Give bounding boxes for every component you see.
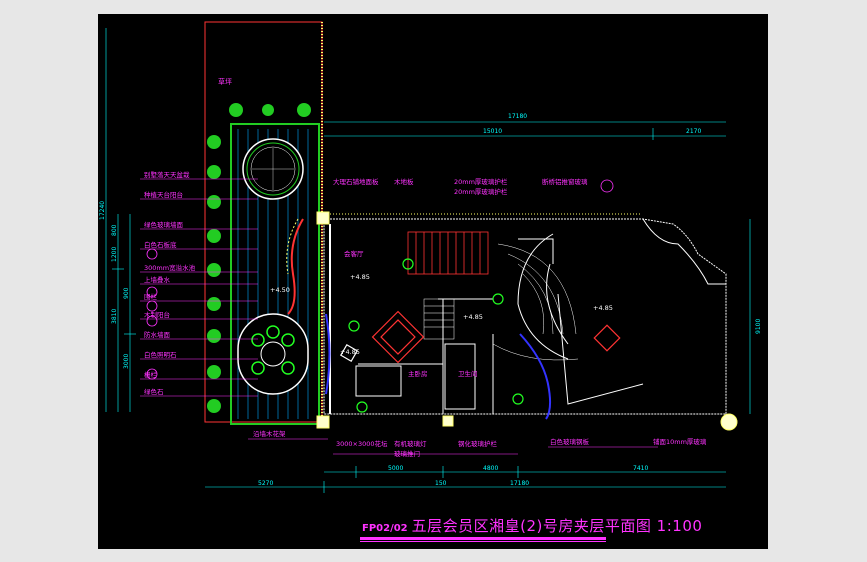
dim-bottom-total: 17180: [510, 480, 529, 487]
title-underline-thick: [360, 537, 606, 540]
dim-bottom-c: 4800: [483, 465, 498, 472]
note-g9: 防水墙面: [144, 330, 171, 339]
dim-top-total: 17180: [508, 113, 527, 120]
dim-left-a: 800: [111, 224, 118, 236]
note-b4: 玻璃推门: [394, 449, 420, 458]
cad-viewport[interactable]: 草坪 17180 15010 2170 5000 150 4800 7410 1…: [98, 14, 768, 549]
note-b6: 白色玻璃钢板: [550, 437, 590, 446]
note-t4: 20mm厚玻璃护栏: [454, 187, 508, 196]
note-g4: 白色石板底: [144, 240, 177, 249]
level-4: +4.85: [463, 313, 483, 321]
note-t5: 断桥铝推窗玻璃: [542, 177, 588, 186]
dim-bottom-d: 7410: [633, 465, 648, 472]
drawing-title-text: 五层会员区湘皇(2)号房夹层平面图 1:100: [411, 517, 703, 535]
dim-left-b: 1200: [111, 247, 118, 262]
dim-right: 9100: [755, 319, 762, 334]
level-1: +4.85: [350, 273, 370, 281]
dim-bottom-b: 150: [435, 480, 447, 487]
note-t2: 木地板: [394, 177, 414, 186]
level-5: +4.85: [593, 304, 613, 312]
note-g6: 上墙叠水: [144, 275, 171, 284]
note-b2: 3000×3000花坛: [336, 439, 388, 448]
garden-label: 草坪: [218, 77, 232, 86]
garden-area: 草坪: [204, 21, 323, 425]
note-b5: 钢化玻璃护栏: [458, 439, 498, 448]
furniture: [339, 258, 621, 413]
note-g10: 白色照明石: [144, 350, 177, 359]
title-underline-thin: [360, 541, 606, 542]
dim-left-d: 3000: [123, 354, 130, 369]
note-g2: 种植天台阳台: [144, 190, 183, 199]
note-g3: 绿色玻璃墙面: [144, 220, 184, 229]
annotation-texts: 别墅落天天盆栽 种植天台阳台 绿色玻璃墙面 白色石板底 300mm宽溢水池 上墙…: [144, 170, 707, 458]
dim-top-b: 2170: [686, 128, 701, 135]
note-g12: 绿色石: [144, 387, 164, 396]
note-t1: 大理石铺地面板: [333, 177, 379, 186]
dimension-texts: 17180 15010 2170 5000 150 4800 7410 1718…: [99, 113, 762, 487]
note-g5: 300mm宽溢水池: [144, 263, 196, 272]
dim-left-e: 900: [123, 287, 130, 299]
columns: [316, 211, 738, 431]
dim-bottom-left: 5270: [258, 480, 273, 487]
drawing-code: FP02/02: [362, 523, 408, 534]
note-b7: 铺面10mm厚玻璃: [653, 437, 707, 446]
dim-left-total: 17240: [99, 201, 106, 220]
dim-left-c: 3810: [111, 309, 118, 324]
stair-core: [423, 298, 455, 340]
drawing-title: FP02/02 五层会员区湘皇(2)号房夹层平面图 1:100: [362, 514, 702, 536]
room-living: 会客厅: [344, 249, 364, 258]
room-bedroom: 主卧房: [408, 369, 428, 378]
room-bath: 卫生间: [458, 369, 478, 378]
building-walls: [323, 213, 727, 415]
note-b1: 沿墙木花架: [253, 429, 286, 438]
stair-curved: [492, 243, 579, 361]
note-t3: 20mm厚玻璃护栏: [454, 177, 508, 186]
note-b3: 有机玻璃灯: [394, 439, 427, 448]
floor-plan-drawing: 草坪 17180 15010 2170 5000 150 4800 7410 1…: [99, 21, 762, 493]
dim-top-a: 15010: [483, 128, 502, 135]
stair-red: [407, 231, 489, 275]
annotation-leaders: [140, 178, 658, 455]
dimension-lines: [105, 28, 751, 493]
level-3: +4.85: [340, 348, 360, 356]
dim-bottom-a: 5000: [388, 465, 403, 472]
level-2: +4.50: [270, 286, 290, 294]
note-g1: 别墅落天天盆栽: [144, 170, 190, 179]
